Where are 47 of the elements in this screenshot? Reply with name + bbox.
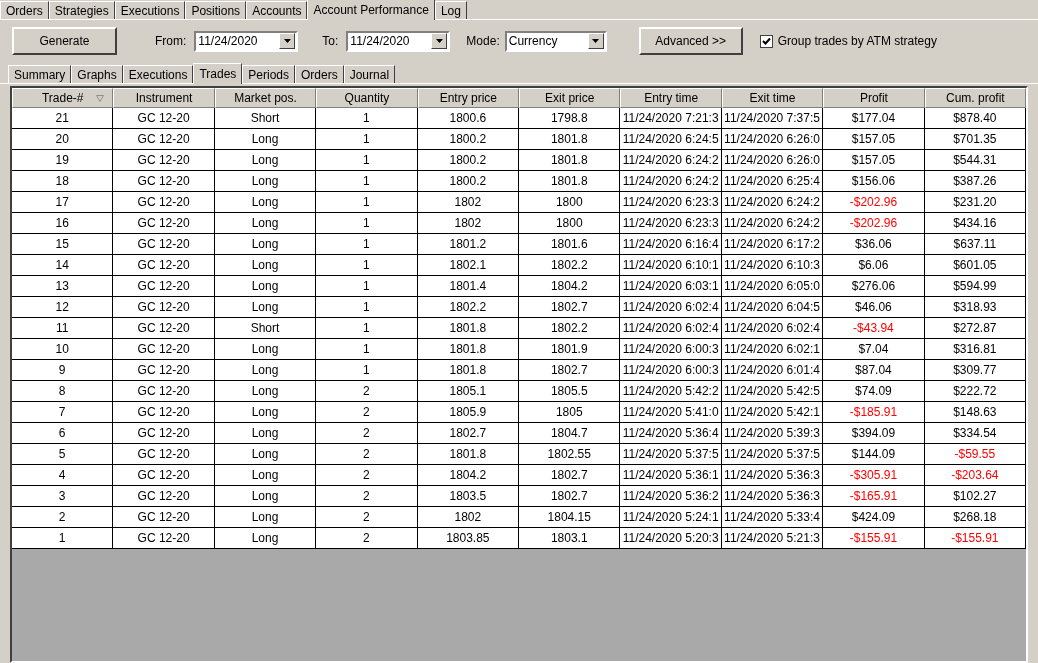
table-cell: 1803.1 [519, 528, 621, 549]
tab[interactable]: Journal [343, 65, 396, 83]
column-header[interactable]: Entry time [620, 88, 722, 108]
table-cell: 1803.85 [417, 528, 520, 549]
mode-label: Mode: [466, 33, 500, 50]
tab[interactable]: Executions [114, 1, 186, 19]
date-dropdown[interactable]: 11/24/2020 [194, 30, 299, 52]
tab[interactable]: Orders [295, 65, 344, 83]
checkbox[interactable] [759, 34, 773, 48]
table-cell: -$155.91 [924, 528, 1026, 549]
column-header[interactable]: Cum. profit [924, 88, 1026, 108]
caret-icon [587, 33, 604, 49]
checkbox-label: Group trades by ATM strategy [777, 33, 937, 50]
column-header[interactable]: Entry price [417, 88, 520, 108]
column-header[interactable]: Trade-# [12, 88, 114, 108]
tab[interactable]: Log [434, 1, 467, 19]
column-header[interactable]: Market pos. [214, 88, 317, 108]
column-header[interactable]: Profit [823, 88, 925, 108]
tab[interactable]: Periods [242, 65, 295, 83]
tab[interactable]: Account Performance [307, 0, 435, 20]
date-dropdown[interactable]: 11/24/2020 [346, 30, 451, 52]
tab[interactable]: Positions [185, 1, 247, 19]
tab[interactable]: Graphs [71, 65, 123, 83]
to-label: To: [322, 33, 339, 50]
tab[interactable]: Executions [122, 65, 194, 83]
table-cell: GC 12-20 [113, 528, 215, 549]
tab[interactable]: Strategies [48, 1, 115, 19]
column-header[interactable]: Exit price [519, 88, 621, 108]
caret-icon [279, 33, 296, 49]
from-label: From: [155, 33, 187, 50]
table-cell: 11/24/2020 5:21:3 [721, 528, 824, 549]
table-cell: -$155.91 [823, 528, 925, 549]
tab[interactable]: Summary [8, 65, 72, 83]
table-cell: 1 [12, 528, 114, 549]
column-header[interactable]: Instrument [113, 88, 215, 108]
table-cell: Long [214, 528, 317, 549]
tab[interactable]: Trades [193, 63, 243, 84]
column-header[interactable]: Quantity [316, 88, 418, 108]
table-cell: 2 [316, 528, 418, 549]
tab[interactable]: Orders [0, 1, 49, 19]
column-header[interactable]: Exit time [721, 88, 824, 108]
date-dropdown[interactable]: Currency [504, 30, 607, 52]
table-cell: 11/24/2020 5:20:3 [620, 528, 722, 549]
advanced-button[interactable]: Advanced >> [638, 27, 743, 55]
generate-button[interactable]: Generate [12, 27, 117, 55]
tab[interactable]: Accounts [246, 1, 308, 19]
caret-icon [431, 33, 448, 49]
